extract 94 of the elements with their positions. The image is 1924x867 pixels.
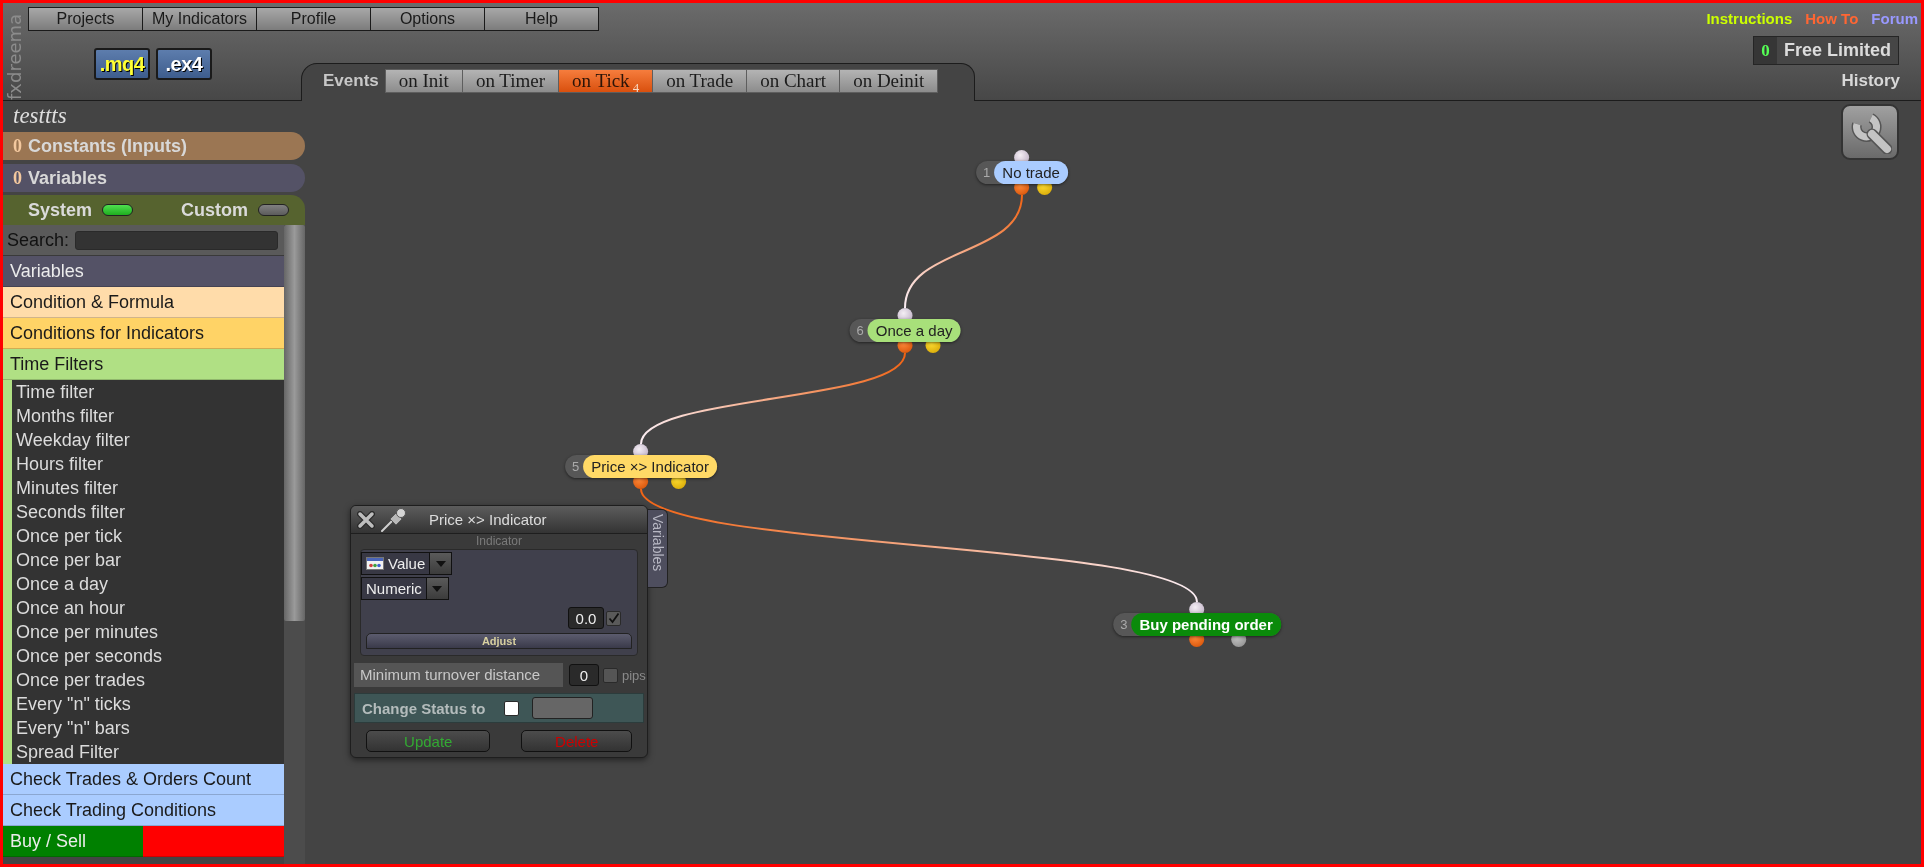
event-count: 4 (632, 80, 640, 95)
category-item[interactable]: Variables (3, 256, 284, 287)
node-number: 1 (982, 165, 992, 180)
block-item[interactable]: Minutes filter (12, 476, 284, 500)
node-number: 3 (1119, 617, 1129, 632)
section-count: 0 (13, 167, 22, 189)
header-link[interactable]: Instructions (1706, 10, 1793, 27)
block-item[interactable]: Weekday filter (12, 428, 284, 452)
node-label: Once a day (867, 319, 961, 342)
node-label: Buy pending order (1131, 613, 1281, 636)
update-button[interactable]: Update (366, 730, 491, 752)
section-header[interactable]: 0 Variables (3, 164, 305, 192)
flow-node[interactable]: 1 No trade (976, 161, 1068, 184)
menu-button[interactable]: Profile (256, 7, 371, 31)
history-link[interactable]: History (1841, 71, 1900, 91)
block-item[interactable]: Spread Filter (12, 740, 284, 764)
flow-node[interactable]: 6 Once a day (849, 319, 961, 342)
block-item[interactable]: Once per minutes (12, 620, 284, 644)
menu-button[interactable]: Help (484, 7, 599, 31)
distance-label: Minimum turnover distance (354, 663, 563, 687)
event-tab[interactable]: on Tick$_{4}$ (558, 69, 654, 93)
block-item[interactable]: Every "n" bars (12, 716, 284, 740)
block-item[interactable]: Every "n" ticks (12, 692, 284, 716)
toggle-switch[interactable] (102, 204, 134, 216)
select-field[interactable]: Value (361, 552, 431, 575)
number-field[interactable]: 0.0 (568, 607, 604, 629)
settings-button[interactable] (1841, 104, 1899, 160)
events-label: Events (323, 70, 379, 92)
category-item[interactable]: Conditions for Indicators (3, 318, 284, 349)
adjust-button[interactable]: Adjust (366, 633, 632, 649)
event-tab[interactable]: on Timer (461, 69, 560, 93)
block-item[interactable]: Months filter (12, 404, 284, 428)
category-item[interactable]: Condition & Formula (3, 287, 284, 318)
unit-label: pips (622, 667, 646, 683)
caret-icon (435, 560, 446, 567)
window-icon (366, 557, 384, 570)
block-item[interactable]: Once per bar (12, 548, 284, 572)
node-label: No trade (994, 161, 1068, 184)
status-label: Change Status to (362, 699, 487, 717)
flow-node[interactable]: 3 Buy pending order (1113, 613, 1281, 636)
export-button[interactable]: .mq4 (94, 48, 150, 80)
menu-button[interactable]: Options (370, 7, 485, 31)
export-button[interactable]: .ex4 (156, 48, 212, 80)
pin-icon[interactable] (381, 507, 407, 532)
event-tab[interactable]: on Deinit (839, 69, 939, 93)
scrollbar-thumb[interactable] (284, 225, 305, 621)
status-field[interactable] (532, 697, 593, 719)
menu-button[interactable]: Projects (28, 7, 143, 31)
brand-name: fxdreema (4, 12, 25, 100)
node-number: 6 (855, 323, 865, 338)
dropdown-button[interactable] (430, 552, 453, 575)
dropdown-button[interactable] (426, 577, 449, 600)
license-label: Free Limited (1782, 39, 1892, 62)
category-item[interactable]: Check Trading Conditions (3, 795, 284, 826)
toggle-label: Custom (181, 199, 249, 221)
section-title: Constants (Inputs) (28, 135, 187, 157)
block-item[interactable]: Once per tick (12, 524, 284, 548)
block-item[interactable]: Time filter (12, 380, 284, 404)
variables-tab-label: Variables (648, 514, 667, 574)
menu-button[interactable]: My Indicators (142, 7, 257, 31)
section-title: Variables (28, 167, 108, 189)
checkbox[interactable] (603, 667, 618, 683)
distance-field[interactable]: 0 (569, 664, 599, 686)
section-count: 0 (13, 135, 22, 157)
project-title: testtts (12, 102, 68, 130)
node-label: Price ×> Indicator (583, 455, 717, 478)
check-icon (607, 612, 620, 624)
section-label: Indicator (475, 534, 523, 549)
variables-tab[interactable]: Variables (648, 509, 668, 588)
block-item[interactable]: Once per seconds (12, 644, 284, 668)
event-tab[interactable]: on Trade (652, 69, 748, 93)
license-count: 0 (1753, 37, 1777, 64)
search-field[interactable] (75, 230, 278, 250)
node-number: 5 (571, 459, 581, 474)
toggle-switch[interactable] (258, 204, 290, 216)
dialog-title: Price ×> Indicator (429, 511, 547, 528)
category-item[interactable]: Time Filters (3, 349, 284, 380)
block-item[interactable]: Once a day (12, 572, 284, 596)
caret-icon (432, 585, 443, 592)
block-item[interactable]: Once per trades (12, 668, 284, 692)
event-tab[interactable]: on Chart (746, 69, 841, 93)
category-item[interactable]: Buy / Sell (3, 826, 284, 857)
select-field[interactable]: Numeric (361, 577, 427, 600)
flow-node[interactable]: 5 Price ×> Indicator (565, 455, 717, 478)
checkbox[interactable] (606, 610, 621, 626)
block-item[interactable]: Once an hour (12, 596, 284, 620)
block-item[interactable]: Seconds filter (12, 500, 284, 524)
search-label: Search: (7, 229, 70, 251)
checkbox[interactable] (504, 700, 519, 716)
block-item[interactable]: Hours filter (12, 452, 284, 476)
toggle-label: System (28, 199, 93, 221)
event-tab[interactable]: on Init (384, 69, 463, 93)
category-item[interactable]: Check Trades & Orders Count (3, 764, 284, 795)
close-icon[interactable] (357, 510, 375, 529)
